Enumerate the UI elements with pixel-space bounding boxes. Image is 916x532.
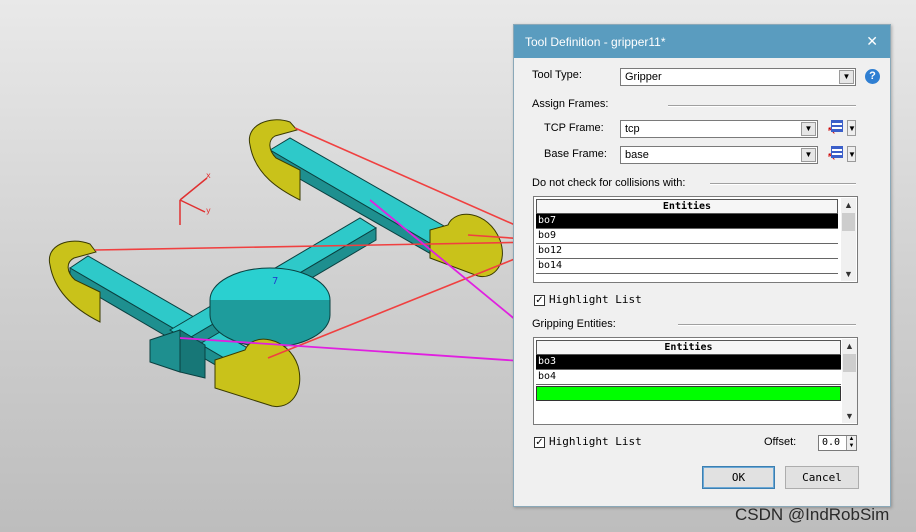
frame-axes-glyph: [179, 177, 208, 225]
collision-list-header: Entities: [536, 199, 838, 214]
frame-grid-icon: [831, 120, 843, 132]
close-icon[interactable]: ✕: [866, 33, 878, 50]
highlight-list-label-2: Highlight List: [549, 435, 642, 448]
collision-label: Do not check for collisions with:: [532, 177, 686, 189]
divider: [710, 183, 856, 185]
cancel-button[interactable]: Cancel: [785, 466, 859, 489]
gripper-model: 7: [48, 119, 503, 408]
list-item-new-entry[interactable]: [536, 386, 841, 401]
tcp-frame-select[interactable]: tcp ▼: [620, 120, 818, 138]
list-item[interactable]: bo7: [536, 214, 838, 229]
watermark: CSDN @IndRobSim: [735, 505, 890, 524]
highlight-list-checkbox-2[interactable]: ✓: [534, 437, 545, 448]
divider: [668, 105, 856, 107]
tool-definition-dialog: Tool Definition - gripper11* ✕ Tool Type…: [513, 24, 891, 507]
gripping-entities-list[interactable]: Entities bo3 bo4 ▲ ▼: [533, 337, 858, 425]
tcp-frame-value: tcp: [625, 123, 640, 135]
tool-type-select[interactable]: Gripper ▼: [620, 68, 856, 86]
list-item[interactable]: bo4: [536, 370, 841, 385]
chevron-down-icon[interactable]: ▼: [839, 70, 854, 84]
frame-axis-x-label: x: [206, 171, 211, 180]
base-frame-select[interactable]: base ▼: [620, 146, 818, 164]
divider: [678, 324, 856, 326]
help-icon[interactable]: ?: [865, 69, 880, 84]
gripping-list-scrollbar[interactable]: ▲ ▼: [842, 339, 857, 423]
chevron-down-icon[interactable]: ▼: [847, 120, 856, 136]
gripping-entities-label: Gripping Entities:: [532, 318, 616, 330]
collision-entities-list[interactable]: Entities bo7 bo9 bo12 bo14 ▲ ▼: [533, 196, 858, 283]
list-item[interactable]: bo9: [536, 229, 838, 244]
tool-type-value: Gripper: [625, 71, 662, 83]
scroll-up-icon[interactable]: ▲: [841, 198, 856, 212]
list-item[interactable]: bo12: [536, 244, 838, 259]
tcp-frame-label: TCP Frame:: [544, 122, 604, 134]
dialog-title: Tool Definition - gripper11*: [525, 35, 666, 49]
tool-type-label: Tool Type:: [532, 69, 582, 81]
base-frame-label: Base Frame:: [544, 148, 607, 160]
list-item[interactable]: bo3: [536, 355, 841, 370]
offset-label: Offset:: [764, 436, 797, 448]
gripping-list-header: Entities: [536, 340, 841, 355]
list-item[interactable]: bo14: [536, 259, 838, 274]
chevron-down-icon[interactable]: ▼: [801, 148, 816, 162]
scroll-down-icon[interactable]: ▼: [841, 267, 856, 281]
base-frame-value: base: [625, 149, 649, 161]
highlight-list-label-1: Highlight List: [549, 293, 642, 306]
scroll-thumb[interactable]: [842, 213, 855, 231]
chevron-down-icon[interactable]: ▼: [847, 146, 856, 162]
assign-frames-label: Assign Frames:: [532, 98, 609, 110]
dialog-titlebar[interactable]: Tool Definition - gripper11* ✕: [514, 25, 890, 58]
collision-list-scrollbar[interactable]: ▲ ▼: [841, 198, 856, 281]
svg-text:7: 7: [272, 276, 278, 287]
scroll-down-icon[interactable]: ▼: [842, 409, 857, 423]
highlight-list-checkbox-1[interactable]: ✓: [534, 295, 545, 306]
offset-value: 0.0: [822, 437, 841, 448]
scroll-up-icon[interactable]: ▲: [842, 339, 857, 353]
frame-grid-icon: [831, 146, 843, 158]
offset-spinner[interactable]: 0.0 ▲ ▼: [818, 435, 857, 451]
tcp-frame-pick-button[interactable]: ↖ ▼: [827, 118, 857, 138]
base-frame-pick-button[interactable]: ↖ ▼: [827, 144, 857, 164]
spin-arrows-icon[interactable]: ▲ ▼: [846, 436, 856, 450]
scroll-thumb[interactable]: [843, 354, 856, 372]
frame-axis-y-label: y: [206, 206, 211, 215]
chevron-down-icon[interactable]: ▼: [801, 122, 816, 136]
ok-button[interactable]: OK: [702, 466, 775, 489]
